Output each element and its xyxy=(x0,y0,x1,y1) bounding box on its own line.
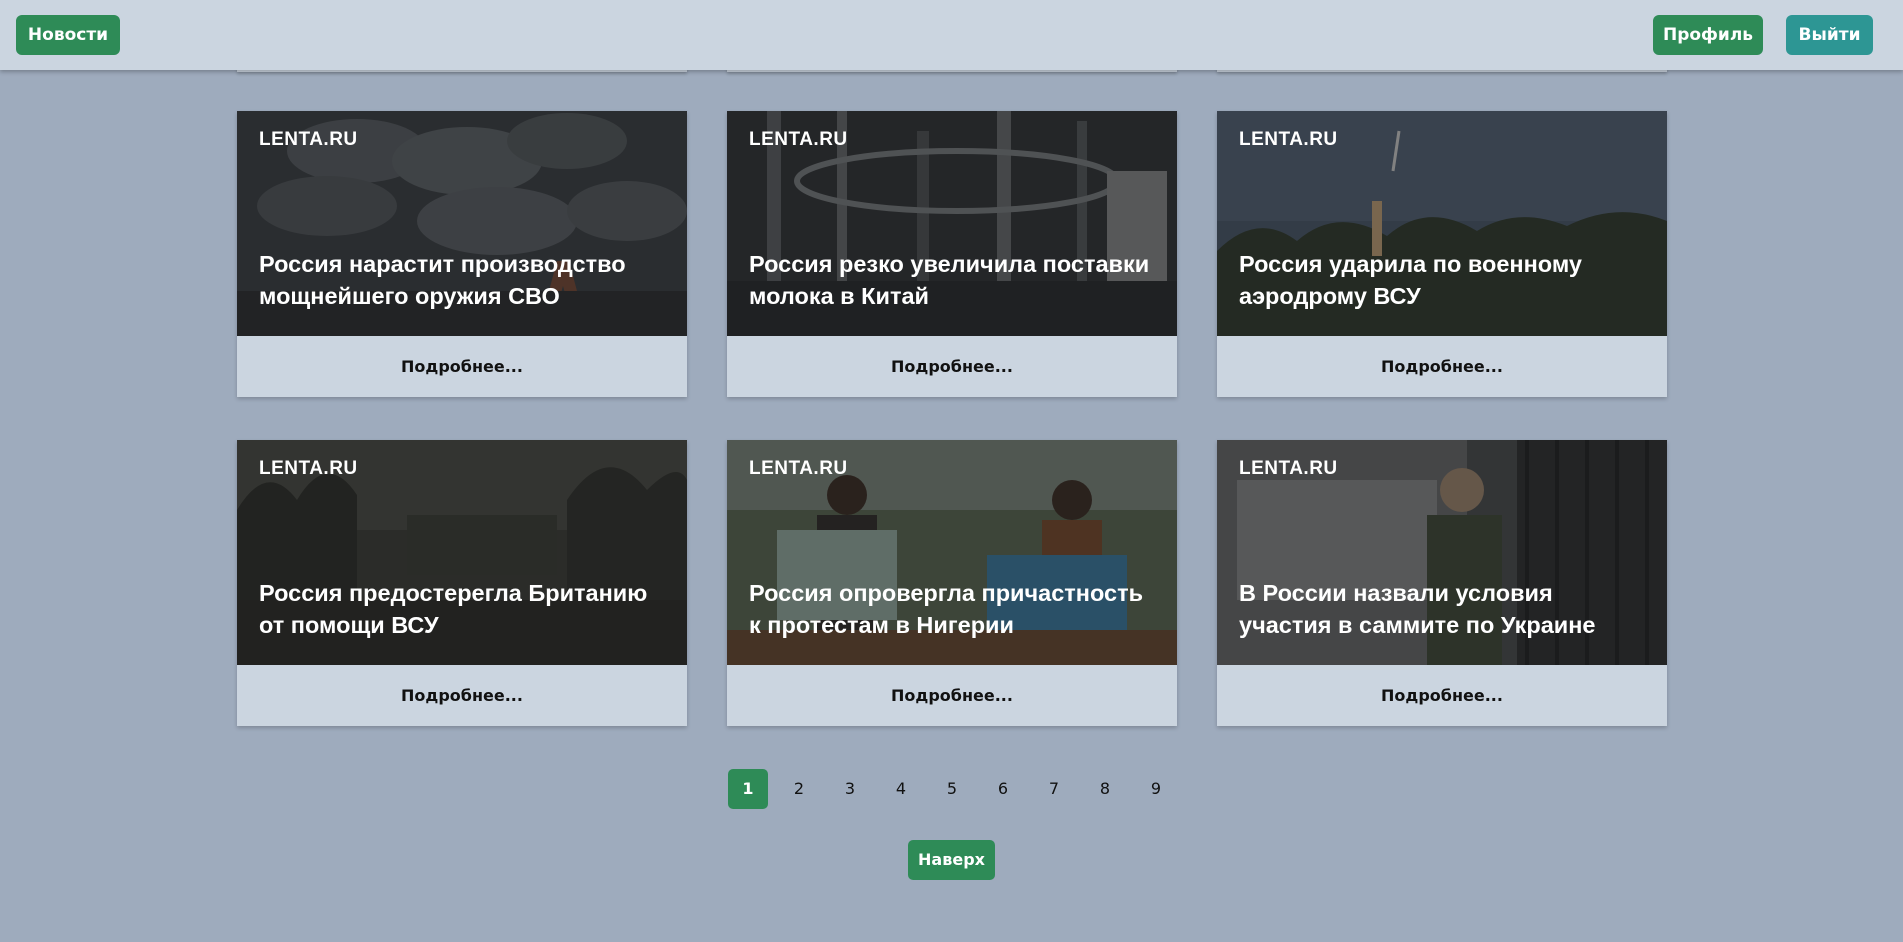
news-image: LENTA.RU Россия опровергла причастность … xyxy=(727,440,1177,665)
source-logo: LENTA.RU xyxy=(749,458,848,479)
news-card: LENTA.RU Россия нарастит производство мо… xyxy=(237,111,687,397)
source-logo: LENTA.RU xyxy=(259,129,358,150)
news-button[interactable]: Новости xyxy=(16,15,120,55)
read-more-button[interactable]: Подробнее... xyxy=(237,665,687,726)
pagination: 1 2 3 4 5 6 7 8 9 xyxy=(728,769,1176,809)
news-card: LENTA.RU Россия резко увеличила поставки… xyxy=(727,111,1177,397)
news-title: Россия предостерегла Британию от помощи … xyxy=(259,580,648,638)
page-link-1[interactable]: 1 xyxy=(728,769,768,809)
page-link-2[interactable]: 2 xyxy=(779,769,819,809)
news-image: LENTA.RU Россия нарастит производство мо… xyxy=(237,111,687,336)
news-title: Россия опровергла причастность к протест… xyxy=(749,580,1144,638)
news-image: LENTA.RU В России назвали условия участи… xyxy=(1217,440,1667,665)
page-link-6[interactable]: 6 xyxy=(983,769,1023,809)
source-logo: LENTA.RU xyxy=(1239,458,1338,479)
news-card: LENTA.RU Россия ударила по военному аэро… xyxy=(1217,111,1667,397)
read-more-button[interactable]: Подробнее... xyxy=(727,336,1177,397)
news-card: LENTA.RU Россия предостерегла Британию о… xyxy=(237,440,687,726)
news-title: Россия нарастит производство мощнейшего … xyxy=(259,251,626,309)
news-image: LENTA.RU Россия предостерегла Британию о… xyxy=(237,440,687,665)
news-card: LENTA.RU В России назвали условия участи… xyxy=(1217,440,1667,726)
news-title: Россия резко увеличила поставки молока в… xyxy=(749,251,1150,309)
source-logo: LENTA.RU xyxy=(259,458,358,479)
news-image: LENTA.RU Россия ударила по военному аэро… xyxy=(1217,111,1667,336)
news-card: LENTA.RU Россия опровергла причастность … xyxy=(727,440,1177,726)
read-more-button[interactable]: Подробнее... xyxy=(1217,336,1667,397)
read-more-button[interactable]: Подробнее... xyxy=(237,336,687,397)
back-to-top-button[interactable]: Наверх xyxy=(908,840,995,880)
news-title: В России назвали условия участия в самми… xyxy=(1239,580,1596,638)
news-title: Россия ударила по военному аэродрому ВСУ xyxy=(1239,251,1582,309)
read-more-button[interactable]: Подробнее... xyxy=(727,665,1177,726)
news-image: LENTA.RU Россия резко увеличила поставки… xyxy=(727,111,1177,336)
read-more-button[interactable]: Подробнее... xyxy=(1217,665,1667,726)
page-link-5[interactable]: 5 xyxy=(932,769,972,809)
logout-button[interactable]: Выйти xyxy=(1786,15,1873,55)
source-logo: LENTA.RU xyxy=(749,129,848,150)
source-logo: LENTA.RU xyxy=(1239,129,1338,150)
page-link-8[interactable]: 8 xyxy=(1085,769,1125,809)
top-navbar: Новости Профиль Выйти xyxy=(0,0,1903,70)
page-link-9[interactable]: 9 xyxy=(1136,769,1176,809)
page-link-4[interactable]: 4 xyxy=(881,769,921,809)
page-link-3[interactable]: 3 xyxy=(830,769,870,809)
profile-button[interactable]: Профиль xyxy=(1653,15,1763,55)
page-link-7[interactable]: 7 xyxy=(1034,769,1074,809)
